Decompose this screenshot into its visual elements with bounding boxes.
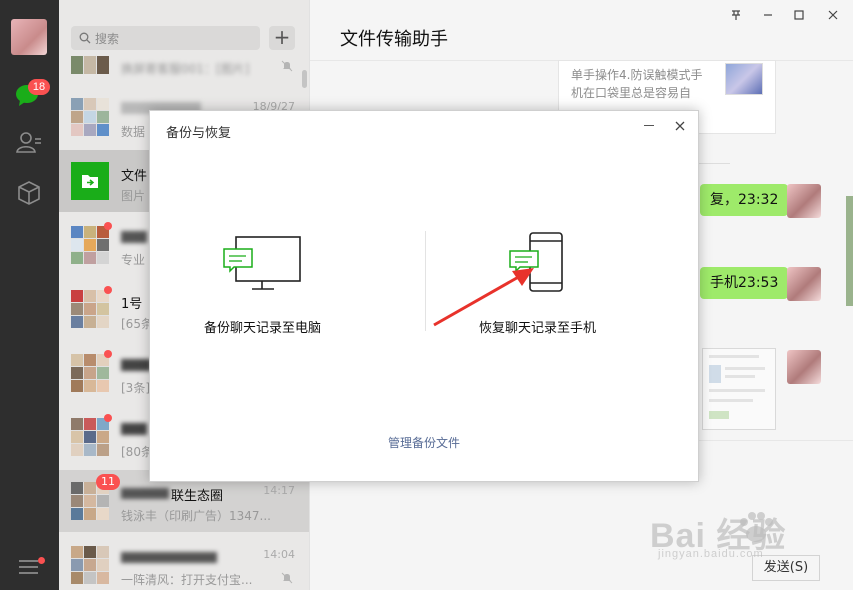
- chat-name: 文件: [121, 169, 148, 184]
- screenshot-image-message[interactable]: [702, 348, 776, 430]
- message-bubble[interactable]: 复，23:32: [700, 184, 795, 216]
- chat-item[interactable]: 一阵清风：打开支付宝... 14:04: [59, 534, 309, 590]
- dialog-minimize-icon[interactable]: [644, 125, 654, 126]
- monitor-icon: [223, 236, 301, 290]
- chat-preview: 专业: [121, 253, 146, 267]
- mute-bell-icon: [281, 60, 293, 72]
- unread-dot: [104, 414, 112, 422]
- file-transfer-icon: [71, 162, 109, 200]
- paw-logo: [740, 512, 773, 542]
- backup-to-pc-label: 备份聊天记录至电脑: [204, 321, 322, 336]
- chat-time: 14:04: [263, 548, 295, 561]
- my-avatar[interactable]: [11, 19, 47, 55]
- chat-preview: 换屏寄客服001：[图片]: [121, 62, 250, 76]
- unread-dot: [104, 350, 112, 358]
- chat-name: ██: [121, 359, 151, 371]
- chat-avatar: [71, 226, 109, 264]
- chat-preview: 钱泳丰（印刷广告）1347...: [121, 509, 271, 523]
- sender-avatar[interactable]: [787, 350, 821, 384]
- chat-preview: 数据: [121, 125, 146, 139]
- unread-badge: 18: [28, 79, 50, 95]
- backup-restore-dialog: 备份与恢复 备份聊天记录至电脑 恢复聊天记录至手机 管理备份文件: [149, 110, 699, 482]
- sender-avatar[interactable]: [787, 267, 821, 301]
- unread-dot: [104, 286, 112, 294]
- menu-notification-dot: [38, 557, 45, 564]
- unread-badge: 11: [96, 474, 120, 490]
- close-icon[interactable]: [823, 9, 843, 21]
- manage-backup-link[interactable]: 管理备份文件: [388, 434, 460, 451]
- chat-avatar: [71, 56, 109, 74]
- favorites-cube-icon[interactable]: [14, 178, 44, 208]
- backup-to-pc-option[interactable]: 备份聊天记录至电脑: [150, 211, 425, 351]
- message-bubble[interactable]: 手机23:53: [700, 267, 795, 299]
- unread-dot: [104, 222, 112, 230]
- sender-avatar[interactable]: [787, 184, 821, 218]
- annotation-arrow: [433, 268, 534, 327]
- wechat-window: 18 搜索 + 换屏寄客服001：[图片] 数据 18/9/27 文件 图片 专…: [0, 0, 853, 590]
- left-nav: 18: [0, 0, 59, 590]
- dialog-title: 备份与恢复: [166, 126, 232, 141]
- dialog-close-icon[interactable]: [675, 121, 685, 131]
- card-text: 单手操作4.防误触模式手机在口袋里总是容易自: [571, 68, 703, 100]
- chat-avatar: [71, 98, 109, 136]
- chat-time: 14:17: [263, 484, 295, 497]
- chat-name: 1号: [121, 297, 143, 312]
- chat-name-redacted: [121, 552, 217, 563]
- baidu-watermark: Bai 经验 jingyan.baidu.com: [650, 508, 786, 560]
- chat-avatar: [71, 290, 109, 328]
- chat-preview: [3条]: [121, 381, 150, 395]
- chat-name-redacted: [121, 488, 169, 499]
- chat-avatar: [71, 418, 109, 456]
- maximize-icon[interactable]: [789, 9, 809, 21]
- chat-name: 联生态圈: [171, 489, 224, 504]
- pin-icon[interactable]: [726, 9, 746, 21]
- chat-title: 文件传输助手: [340, 29, 448, 50]
- chat-preview: 一阵清风：打开支付宝...: [121, 573, 253, 587]
- card-thumbnail: [725, 63, 763, 95]
- contacts-icon[interactable]: [14, 128, 44, 158]
- chat-preview: 图片: [121, 189, 146, 203]
- background-window-edge: [846, 196, 853, 306]
- chat-avatar: [71, 354, 109, 392]
- mute-bell-icon: [281, 572, 293, 584]
- watermark-sub: jingyan.baidu.com: [658, 548, 764, 560]
- chat-name: ██: [121, 423, 147, 435]
- chat-avatar: [71, 546, 109, 584]
- minimize-icon[interactable]: [758, 9, 778, 21]
- chat-name: ██: [121, 231, 147, 243]
